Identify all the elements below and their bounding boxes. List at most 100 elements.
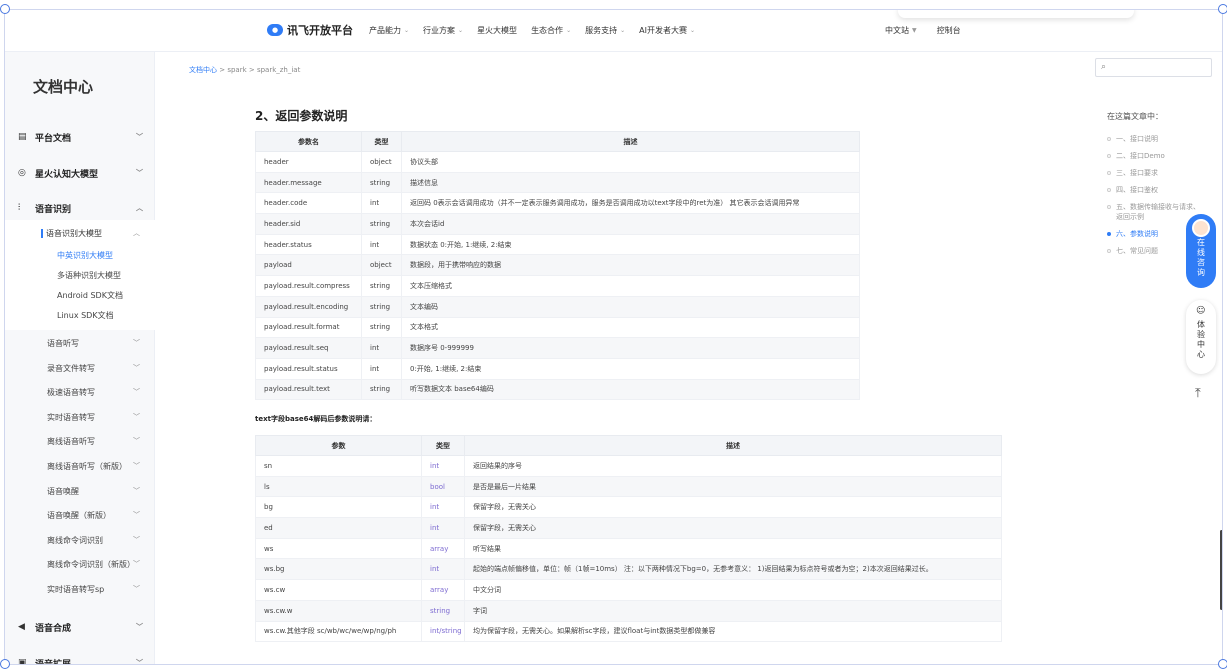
table-cell: ws [255, 537, 422, 560]
sidebar-item[interactable]: 离线语音听写 [47, 436, 95, 447]
chevron-down-icon: ﹀ [133, 511, 140, 520]
table-row: ls bool 是否是最后一片结果 [255, 475, 1002, 498]
nav-item[interactable]: 行业方案 ⌄ [423, 25, 463, 36]
table-cell: 是否是最后一片结果 [464, 475, 1002, 498]
top-navbar: iFlytek● 讯飞开放平台 产品能力⌄行业方案⌄星火大模型生态合作⌄服务支持… [5, 10, 1222, 52]
submenu-speech-llm[interactable]: 语音识别大模型 [41, 228, 102, 239]
table-row: ws.cw array 中文分词 [255, 579, 1002, 601]
table-cell: bool [421, 475, 465, 498]
back-to-top-icon[interactable]: ⤒ [1195, 386, 1201, 401]
nav-item-label: 行业方案 [423, 26, 456, 35]
table-cell: ws.cw.w [255, 599, 422, 622]
sidebar-item[interactable]: 离线命令词识别 [47, 535, 103, 546]
table-cell: string [361, 316, 402, 339]
sidebar-item[interactable]: 语音唤醒（新版） [47, 510, 111, 521]
nav-item[interactable]: 产品能力 ⌄ [369, 25, 409, 36]
sidebar-item[interactable]: 录音文件转写 [47, 363, 95, 374]
table-cell: int [421, 496, 465, 519]
table-row: ws.cw.其他字段 sc/wb/wc/we/wp/ng/ph int/strin… [255, 620, 1002, 643]
nav-item-label: 产品能力 [369, 26, 401, 35]
chevron-down-icon: ⌄ [404, 27, 410, 34]
sidebar-section[interactable]: ▤ 平台文档 ﹀ [5, 127, 155, 147]
sidebar-title: 文档中心 [33, 78, 94, 96]
toc-item[interactable]: 一、接口说明 [1106, 134, 1206, 151]
table-cell: payload.result.compress [255, 275, 362, 297]
sidebar-section[interactable]: ◎ 星火认知大模型 ﹀ [5, 163, 155, 183]
table-cell: string [421, 599, 465, 622]
nav-right: 中文站 ▼ 控制台 [885, 25, 961, 36]
table-cell: ws.cw.其他字段 sc/wb/wc/we/wp/ng/ph [255, 620, 422, 643]
toc-item[interactable]: 四、接口鉴权 [1106, 185, 1206, 202]
sidebar-item[interactable]: 实时语音转写 [47, 412, 95, 423]
sidebar-section[interactable]: ◀ 语音合成 ﹀ [5, 617, 155, 637]
sidebar-leaf-item[interactable]: Linux SDK文档 [57, 310, 114, 321]
search-icon: ⌕ [1101, 62, 1107, 72]
table-cell: string [361, 275, 402, 297]
chevron-down-icon: ﹀ [136, 169, 143, 177]
sidebar-section[interactable]: ⫶ 语音识别 ︿ [5, 198, 155, 218]
table-cell: payload [255, 254, 362, 277]
frame-corner-handle [1218, 4, 1227, 14]
sidebar-section-label: 语音合成 [35, 623, 72, 634]
nav-item[interactable]: 星火大模型 [477, 25, 517, 36]
nav-item[interactable]: 服务支持 ⌄ [585, 25, 625, 36]
toc-item[interactable]: 三、接口要求 [1106, 168, 1206, 185]
table-cell: int [361, 192, 402, 215]
table-cell: header.status [255, 233, 362, 256]
table-header-cell: 类型 [361, 131, 402, 152]
toc-item[interactable]: 二、接口Demo [1106, 151, 1206, 168]
table-cell: 本次会话id [401, 213, 860, 235]
logo[interactable]: iFlytek● 讯飞开放平台 [267, 22, 353, 38]
language-switch[interactable]: 中文站 ▼ [885, 25, 917, 36]
table-cell: header.sid [255, 213, 362, 235]
sidebar-leaf-item[interactable]: 中英识别大模型 [57, 250, 113, 261]
sidebar-section[interactable]: ▣ 语音扩展 ﹀ [5, 653, 155, 664]
table-header-cell: 类型 [421, 435, 465, 456]
bullet-icon [1107, 205, 1111, 209]
table-row: payload.result.status int 0:开始, 1:继续, 2:结束 [255, 357, 860, 380]
nav-item[interactable]: AI开发者大赛 ⌄ [639, 25, 695, 36]
console-link[interactable]: 控制台 [937, 25, 961, 36]
sidebar-item[interactable]: 极速语音转写 [47, 387, 95, 398]
table-cell: array [421, 579, 465, 601]
sidebar-item[interactable]: 语音唤醒 [47, 486, 79, 497]
table-cell: 返回结果的序号 [464, 455, 1002, 477]
table-row: payload.result.encoding string 文本编码 [255, 295, 860, 318]
table-cell: payload.result.format [255, 316, 362, 339]
sidebar-item[interactable]: 实时语音转写sp [47, 584, 104, 595]
nav-menu: 产品能力 ⌄ 行业方案 ⌄ 星火大模型 生态合作 ⌄ 服务支持 ⌄ AI开发者大赛 ⌄ [369, 25, 695, 36]
frame-corner-handle [0, 659, 10, 669]
bullet-icon [1107, 232, 1111, 236]
table-header-cell: 参数 [255, 435, 422, 456]
sidebar-item[interactable]: 离线命令词识别（新版） [47, 559, 135, 570]
online-consult-button[interactable]: 在线咨询 [1186, 214, 1216, 288]
table-cell: string [361, 295, 402, 318]
sidebar-leaf-item[interactable]: 多语种识别大模型 [57, 270, 121, 281]
table-cell: ws.cw [255, 579, 422, 601]
sidebar-leaf-item[interactable]: Android SDK文档 [57, 290, 123, 301]
table-cell: 保留字段，无需关心 [464, 517, 1002, 539]
language-label: 中文站 [885, 26, 909, 35]
text-params-table: 参数 类型 描述 sn int 返回结果的序号 ls bool 是否是最后一片结果 bg int 保… [255, 435, 1002, 643]
chevron-down-icon: ﹀ [136, 133, 143, 141]
logo-mark-icon: iFlytek● [267, 24, 283, 36]
search-input[interactable]: ⌕ [1095, 58, 1212, 77]
table-cell: header.message [255, 171, 362, 194]
experience-center-button[interactable]: ☺ 体验中心 [1186, 300, 1216, 374]
breadcrumb-home[interactable]: 文档中心 [189, 66, 217, 74]
table-row: ws array 听写结果 [255, 537, 1002, 560]
table-row: payload.result.format string 文本格式 [255, 316, 860, 339]
table-cell: 返回码 0表示会话调用成功（并不一定表示服务调用成功，服务是否调用成功以text… [401, 192, 860, 215]
sidebar-item[interactable]: 语音听写 [47, 338, 79, 349]
scrollbar[interactable] [1220, 530, 1222, 610]
table-cell: 文本格式 [401, 316, 860, 339]
chevron-up-icon: ︿ [136, 204, 143, 212]
table-cell: 协议头部 [401, 151, 860, 173]
toc-item-label: 一、接口说明 [1116, 135, 1158, 143]
frame-corner-handle [1218, 659, 1227, 669]
table-cell: ls [255, 475, 422, 498]
nav-item[interactable]: 生态合作 ⌄ [531, 25, 571, 36]
table-cell: 描述信息 [401, 171, 860, 194]
table-cell: 保留字段，无需关心 [464, 496, 1002, 519]
sidebar-item[interactable]: 离线语音听写（新版） [47, 461, 127, 472]
